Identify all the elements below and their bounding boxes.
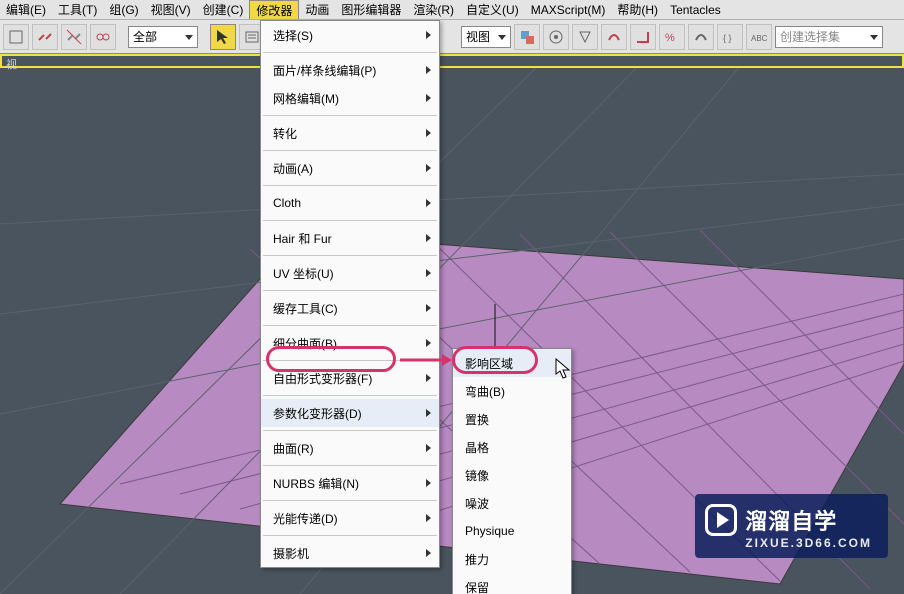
- angle-snap-icon[interactable]: [630, 24, 656, 50]
- modifier-menu: 选择(S) 面片/样条线编辑(P)网格编辑(M) 转化动画(A) Cloth Hair …: [260, 20, 440, 568]
- menu-自定义(U)[interactable]: 自定义(U): [460, 0, 525, 19]
- select-cursor-icon[interactable]: [210, 24, 236, 50]
- submenu-item-Physique[interactable]: Physique: [453, 517, 571, 545]
- toolbar: 全部 视图 % { } ABC 创建选择集: [0, 20, 904, 54]
- edit-named-icon[interactable]: { }: [717, 24, 743, 50]
- menu-组(G)[interactable]: 组(G): [103, 0, 144, 19]
- menu-帮助(H)[interactable]: 帮助(H): [611, 0, 664, 19]
- menu-item-Cloth[interactable]: Cloth: [261, 189, 439, 217]
- submenu-item-镜像[interactable]: 镜像: [453, 461, 571, 489]
- viewport-label: 视: [0, 54, 904, 68]
- menu-渲染(R)[interactable]: 渲染(R): [407, 0, 460, 19]
- menu-动画[interactable]: 动画: [299, 0, 335, 19]
- keyboard-shortcut-icon[interactable]: [572, 24, 598, 50]
- snap-toggle-icon[interactable]: [601, 24, 627, 50]
- menu-item-网格编辑(M)[interactable]: 网格编辑(M): [261, 84, 439, 112]
- menu-Tentacles[interactable]: Tentacles: [664, 0, 727, 19]
- menu-item-缓存工具(C)[interactable]: 缓存工具(C): [261, 294, 439, 322]
- submenu-item-弯曲(B)[interactable]: 弯曲(B): [453, 377, 571, 405]
- menu-item-光能传递(D)[interactable]: 光能传递(D): [261, 504, 439, 532]
- refcoord-combo[interactable]: 视图: [461, 26, 511, 48]
- submenu-item-置换[interactable]: 置换: [453, 405, 571, 433]
- watermark-brand: 溜溜自学: [745, 504, 872, 536]
- menu-item-动画(A)[interactable]: 动画(A): [261, 154, 439, 182]
- submenu-item-噪波[interactable]: 噪波: [453, 489, 571, 517]
- menu-item-面片/样条线编辑(P)[interactable]: 面片/样条线编辑(P): [261, 56, 439, 84]
- watermark: 溜溜自学 ZIXUE.3D66.COM: [695, 494, 888, 558]
- menu-item-UV 坐标(U)[interactable]: UV 坐标(U): [261, 259, 439, 287]
- svg-text:ABC: ABC: [751, 34, 768, 43]
- filter-combo[interactable]: 全部: [128, 26, 198, 48]
- menu-修改器[interactable]: 修改器: [249, 0, 299, 19]
- unlink-icon[interactable]: [61, 24, 87, 50]
- play-icon: [705, 504, 737, 536]
- menu-item-细分曲面(B)[interactable]: 细分曲面(B): [261, 329, 439, 357]
- menu-item-自由形式变形器(F)[interactable]: 自由形式变形器(F): [261, 364, 439, 392]
- abc-icon[interactable]: ABC: [746, 24, 772, 50]
- watermark-url: ZIXUE.3D66.COM: [745, 536, 872, 550]
- menu-item-Hair 和 Fur[interactable]: Hair 和 Fur: [261, 224, 439, 252]
- menu-图形编辑器[interactable]: 图形编辑器: [335, 0, 407, 19]
- percent-snap-icon[interactable]: %: [659, 24, 685, 50]
- submenu-item-影响区域[interactable]: 影响区域: [453, 349, 571, 377]
- parametric-deformer-submenu: 影响区域弯曲(B)置换晶格镜像噪波Physique推力保留松弛涟漪: [452, 348, 572, 594]
- menu-item-参数化变形器(D)[interactable]: 参数化变形器(D): [261, 399, 439, 427]
- menu-创建(C)[interactable]: 创建(C): [197, 0, 250, 19]
- menu-item-选择(S)[interactable]: 选择(S): [261, 21, 439, 49]
- svg-text:{ }: { }: [723, 33, 732, 43]
- bind-icon[interactable]: [90, 24, 116, 50]
- spinner-snap-icon[interactable]: [688, 24, 714, 50]
- submenu-item-晶格[interactable]: 晶格: [453, 433, 571, 461]
- menu-工具(T)[interactable]: 工具(T): [52, 0, 103, 19]
- toolbar-icon-1[interactable]: [3, 24, 29, 50]
- menu-编辑(E)[interactable]: 编辑(E): [0, 0, 52, 19]
- svg-text:%: %: [665, 32, 675, 44]
- menu-item-NURBS 编辑(N)[interactable]: NURBS 编辑(N): [261, 469, 439, 497]
- menu-item-摄影机[interactable]: 摄影机: [261, 539, 439, 567]
- menu-MAXScript(M)[interactable]: MAXScript(M): [525, 0, 612, 19]
- menubar: 编辑(E)工具(T)组(G)视图(V)创建(C)修改器动画图形编辑器渲染(R)自…: [0, 0, 904, 20]
- link-icon[interactable]: [32, 24, 58, 50]
- submenu-item-推力[interactable]: 推力: [453, 545, 571, 573]
- menu-item-曲面(R)[interactable]: 曲面(R): [261, 434, 439, 462]
- menu-item-转化[interactable]: 转化: [261, 119, 439, 147]
- manipulate-icon[interactable]: [543, 24, 569, 50]
- named-sel-combo[interactable]: 创建选择集: [775, 26, 883, 48]
- pivot-icon[interactable]: [514, 24, 540, 50]
- menu-视图(V)[interactable]: 视图(V): [145, 0, 197, 19]
- submenu-item-保留[interactable]: 保留: [453, 573, 571, 594]
